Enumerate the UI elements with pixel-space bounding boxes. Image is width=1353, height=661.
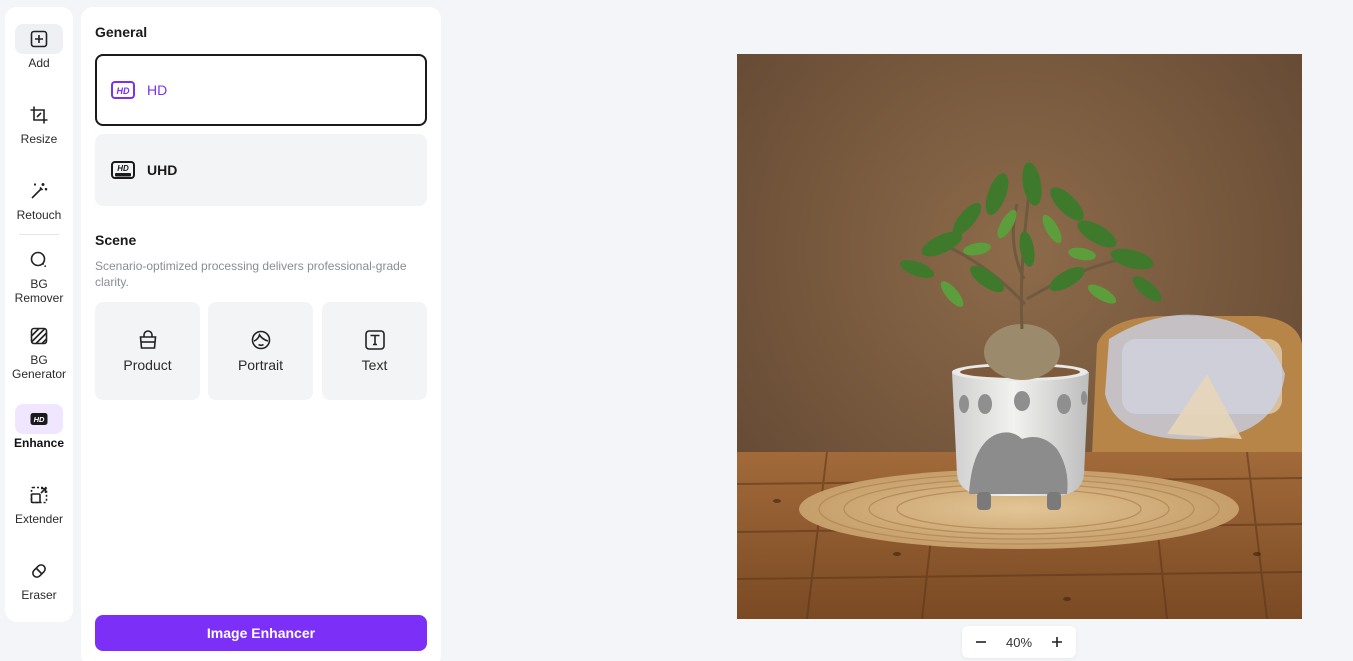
extend-icon xyxy=(15,480,63,510)
tool-eraser[interactable]: Eraser xyxy=(5,556,73,602)
svg-text:HD: HD xyxy=(117,86,130,96)
tool-bg-remover-label: BG Remover xyxy=(14,277,64,305)
scene-portrait-label: Portrait xyxy=(237,357,284,373)
canvas-image[interactable] xyxy=(737,54,1302,619)
tool-extender-label: Extender xyxy=(14,512,64,526)
tool-resize[interactable]: Resize xyxy=(5,100,73,146)
bg-remover-icon xyxy=(15,245,63,275)
scene-title: Scene xyxy=(95,232,137,248)
zoom-level: 40% xyxy=(1005,634,1033,650)
hd-ultra-icon: HD xyxy=(111,161,135,179)
general-title: General xyxy=(95,24,148,40)
zoom-in-button[interactable] xyxy=(1050,635,1064,649)
tool-bg-generator[interactable]: BG Generator xyxy=(5,321,73,381)
quality-option-uhd-label: UHD xyxy=(147,162,178,178)
tool-bg-generator-label: BG Generator xyxy=(11,353,67,381)
minus-icon xyxy=(976,641,986,643)
image-enhancer-button[interactable]: Image Enhancer xyxy=(95,615,427,651)
bag-icon xyxy=(139,330,156,349)
tool-enhance-label: Enhance xyxy=(13,436,64,450)
hd-icon: HD xyxy=(15,404,63,434)
tool-bg-remover[interactable]: BG Remover xyxy=(5,245,73,305)
rail-divider xyxy=(19,234,59,235)
plus-icon xyxy=(1052,637,1062,647)
tool-retouch[interactable]: Retouch xyxy=(5,176,73,222)
tool-extender[interactable]: Extender xyxy=(5,480,73,526)
hd-icon: HD xyxy=(111,81,135,99)
zoom-control: 40% xyxy=(962,626,1076,658)
tool-resize-label: Resize xyxy=(20,132,58,146)
tool-retouch-label: Retouch xyxy=(16,208,62,222)
tool-add[interactable]: Add xyxy=(5,24,73,70)
scene-product[interactable]: Product xyxy=(95,302,200,400)
bg-generator-icon xyxy=(15,321,63,351)
tool-add-label: Add xyxy=(28,56,50,70)
tool-enhance[interactable]: HD Enhance xyxy=(5,404,73,450)
tool-eraser-label: Eraser xyxy=(21,588,57,602)
scene-portrait[interactable]: Portrait xyxy=(208,302,313,400)
text-icon xyxy=(364,330,385,350)
scene-text[interactable]: Text xyxy=(322,302,427,400)
eraser-icon xyxy=(15,556,63,586)
face-icon xyxy=(251,330,270,350)
magic-wand-icon xyxy=(15,176,63,206)
add-square-icon xyxy=(15,24,63,54)
svg-text:HD: HD xyxy=(117,164,129,173)
scene-text-label: Text xyxy=(361,357,388,373)
scene-description: Scenario-optimized processing delivers p… xyxy=(95,259,407,289)
quality-option-hd-label: HD xyxy=(147,82,168,98)
quality-option-uhd[interactable]: HD UHD xyxy=(95,134,427,206)
potted-plant-photo xyxy=(737,54,1302,619)
quality-option-hd[interactable]: HD HD xyxy=(95,54,427,126)
crop-icon xyxy=(15,100,63,130)
svg-text:HD: HD xyxy=(34,415,45,424)
tool-rail: Add Resize Retouch BG Remover BG Generat… xyxy=(5,7,73,622)
zoom-out-button[interactable] xyxy=(974,635,988,649)
scene-product-label: Product xyxy=(123,357,172,373)
enhance-panel: General HD HD HD UHD Scene Scenario-opti… xyxy=(81,7,441,661)
